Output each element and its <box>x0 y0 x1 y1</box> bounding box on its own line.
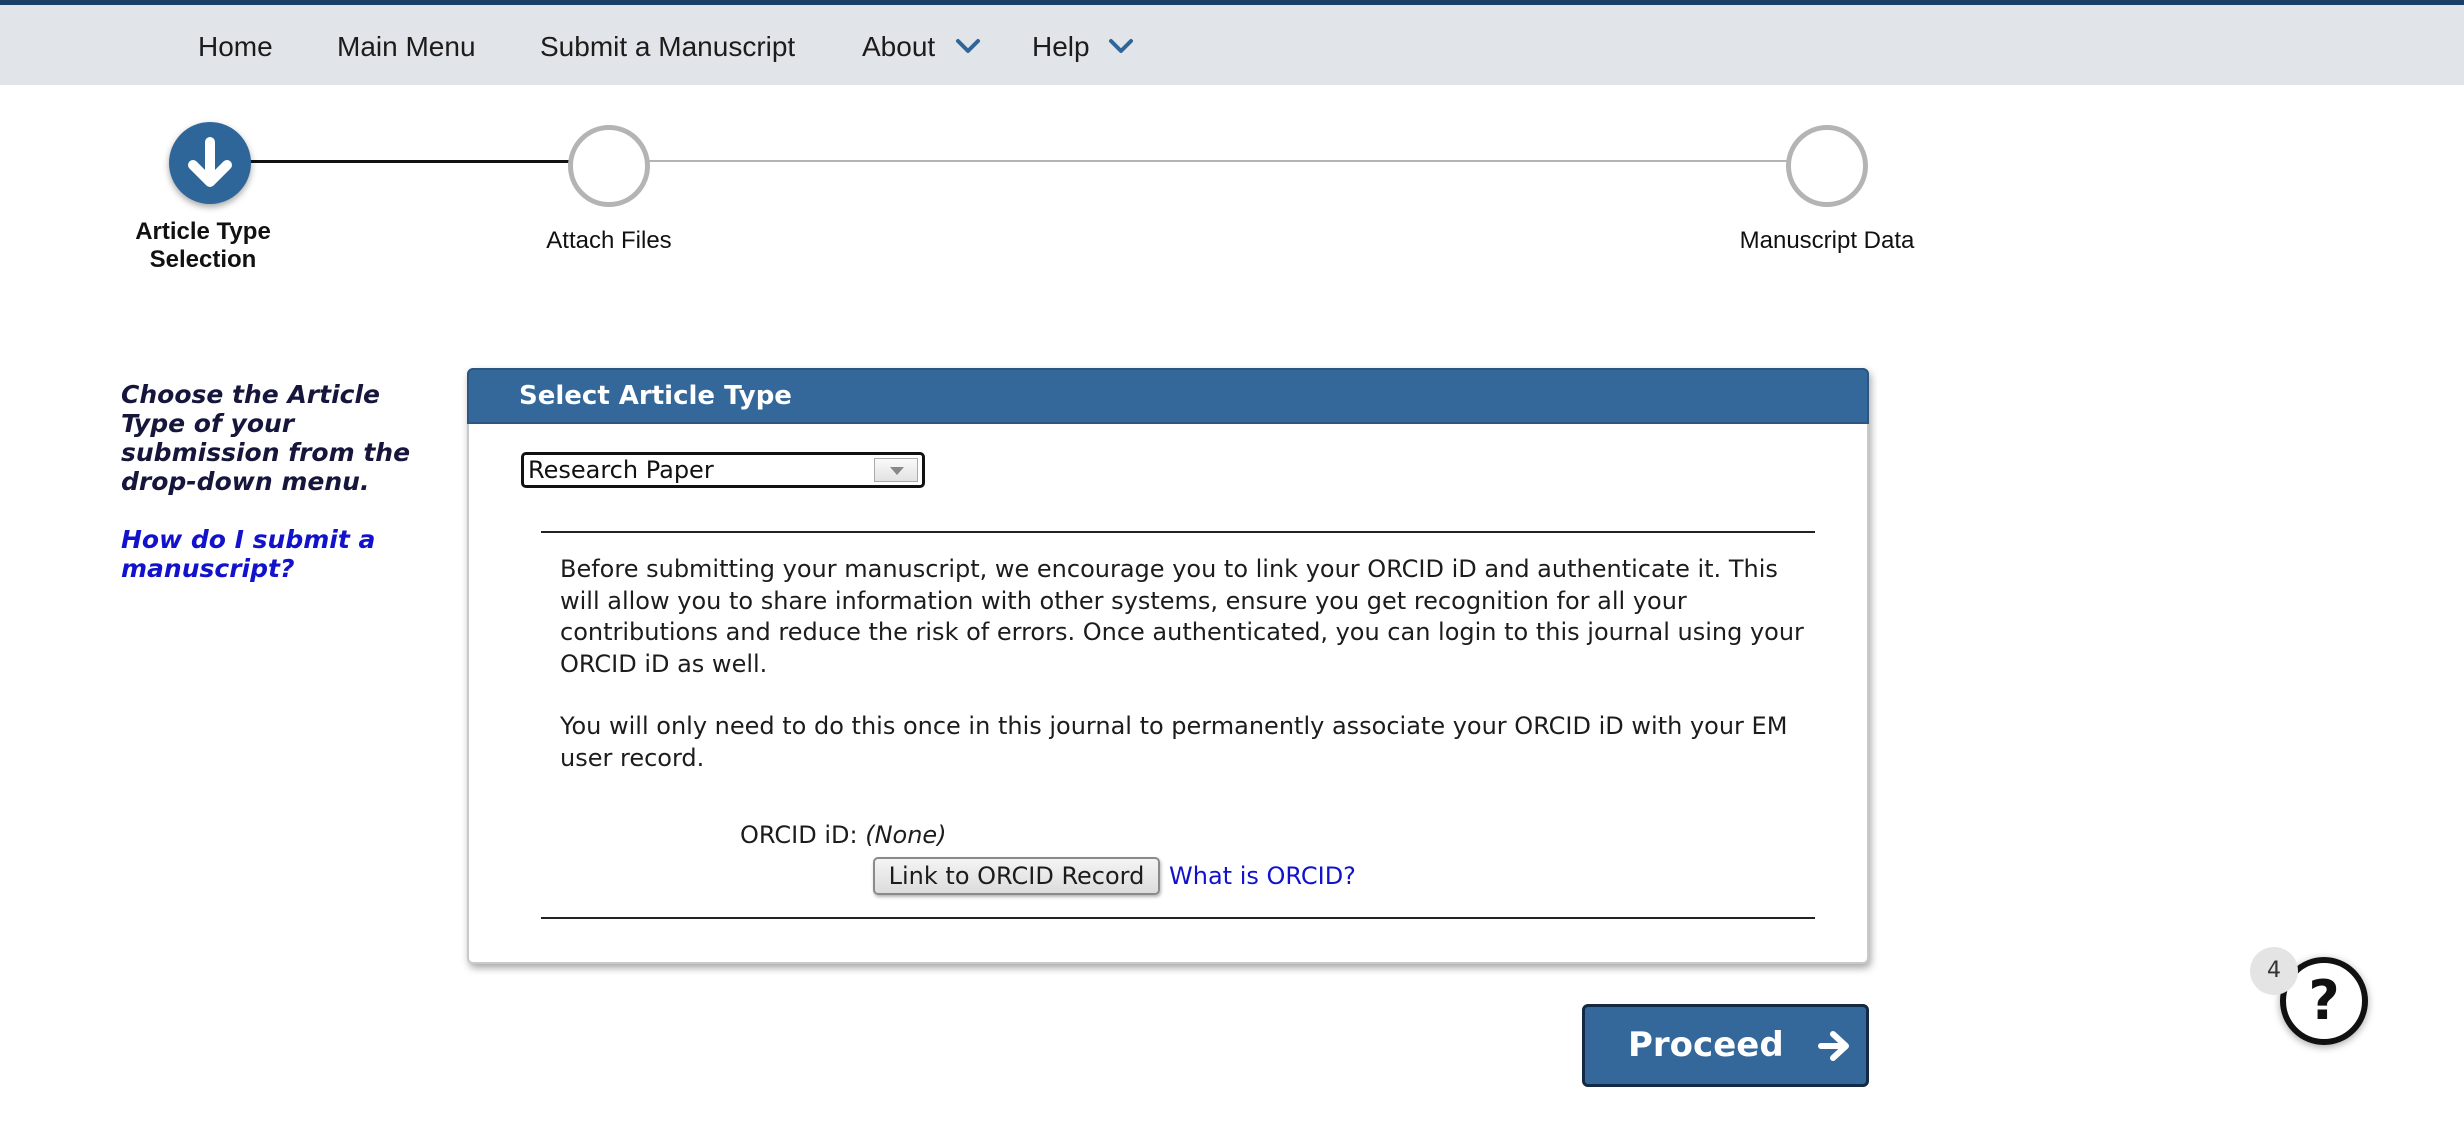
orcid-id-row: ORCID iD: (None) <box>740 819 947 851</box>
nav-help[interactable]: Help <box>1032 5 1090 85</box>
arrow-down-icon <box>188 137 232 187</box>
article-type-selected-value: Research Paper <box>528 456 714 484</box>
step-label-article-type: Article Type Selection <box>135 218 271 273</box>
what-is-orcid-link[interactable]: What is ORCID? <box>1169 857 1356 895</box>
how-to-submit-link[interactable]: How do I submit a manuscript? <box>121 525 451 583</box>
main-nav: Home Main Menu Submit a Manuscript About… <box>0 5 2464 85</box>
nav-main-menu[interactable]: Main Menu <box>337 5 476 85</box>
chevron-down-icon[interactable] <box>1108 38 1134 54</box>
article-type-instructions: Choose the Article Type of your submissi… <box>121 380 411 496</box>
nav-home[interactable]: Home <box>198 5 273 85</box>
step-connector-complete <box>250 160 570 163</box>
help-notification-badge[interactable]: 4 <box>2250 947 2298 995</box>
step-article-type-circle <box>169 122 251 204</box>
panel-title: Select Article Type <box>519 381 792 411</box>
divider-bottom <box>541 917 1815 919</box>
orcid-id-label: ORCID iD: <box>740 821 858 849</box>
proceed-button[interactable]: Proceed <box>1582 1004 1869 1087</box>
step-label-manuscript-data: Manuscript Data <box>1739 227 1915 254</box>
divider-top <box>541 531 1815 533</box>
arrow-right-icon <box>1818 1031 1849 1061</box>
top-navigation-bar: Home Main Menu Submit a Manuscript About… <box>0 0 2464 85</box>
select-article-type-panel: Select Article Type Research Paper Befor… <box>467 368 1869 964</box>
step-label-attach-files: Attach Files <box>546 227 672 254</box>
proceed-label: Proceed <box>1628 1025 1784 1065</box>
dropdown-arrow-icon[interactable] <box>874 458 918 482</box>
article-type-select[interactable]: Research Paper <box>521 452 925 488</box>
link-orcid-record-button[interactable]: Link to ORCID Record <box>873 857 1160 895</box>
nav-about[interactable]: About <box>862 5 935 85</box>
orcid-once-paragraph: You will only need to do this once in th… <box>560 712 1788 772</box>
orcid-intro-paragraph: Before submitting your manuscript, we en… <box>560 555 1804 678</box>
orcid-id-value: (None) <box>865 821 947 849</box>
step-connector-pending <box>648 160 1788 162</box>
chevron-down-icon[interactable] <box>955 38 981 54</box>
nav-submit-manuscript[interactable]: Submit a Manuscript <box>540 5 795 85</box>
panel-header: Select Article Type <box>467 368 1869 424</box>
step-manuscript-data-circle[interactable] <box>1786 125 1868 207</box>
step-attach-files-circle[interactable] <box>568 125 650 207</box>
